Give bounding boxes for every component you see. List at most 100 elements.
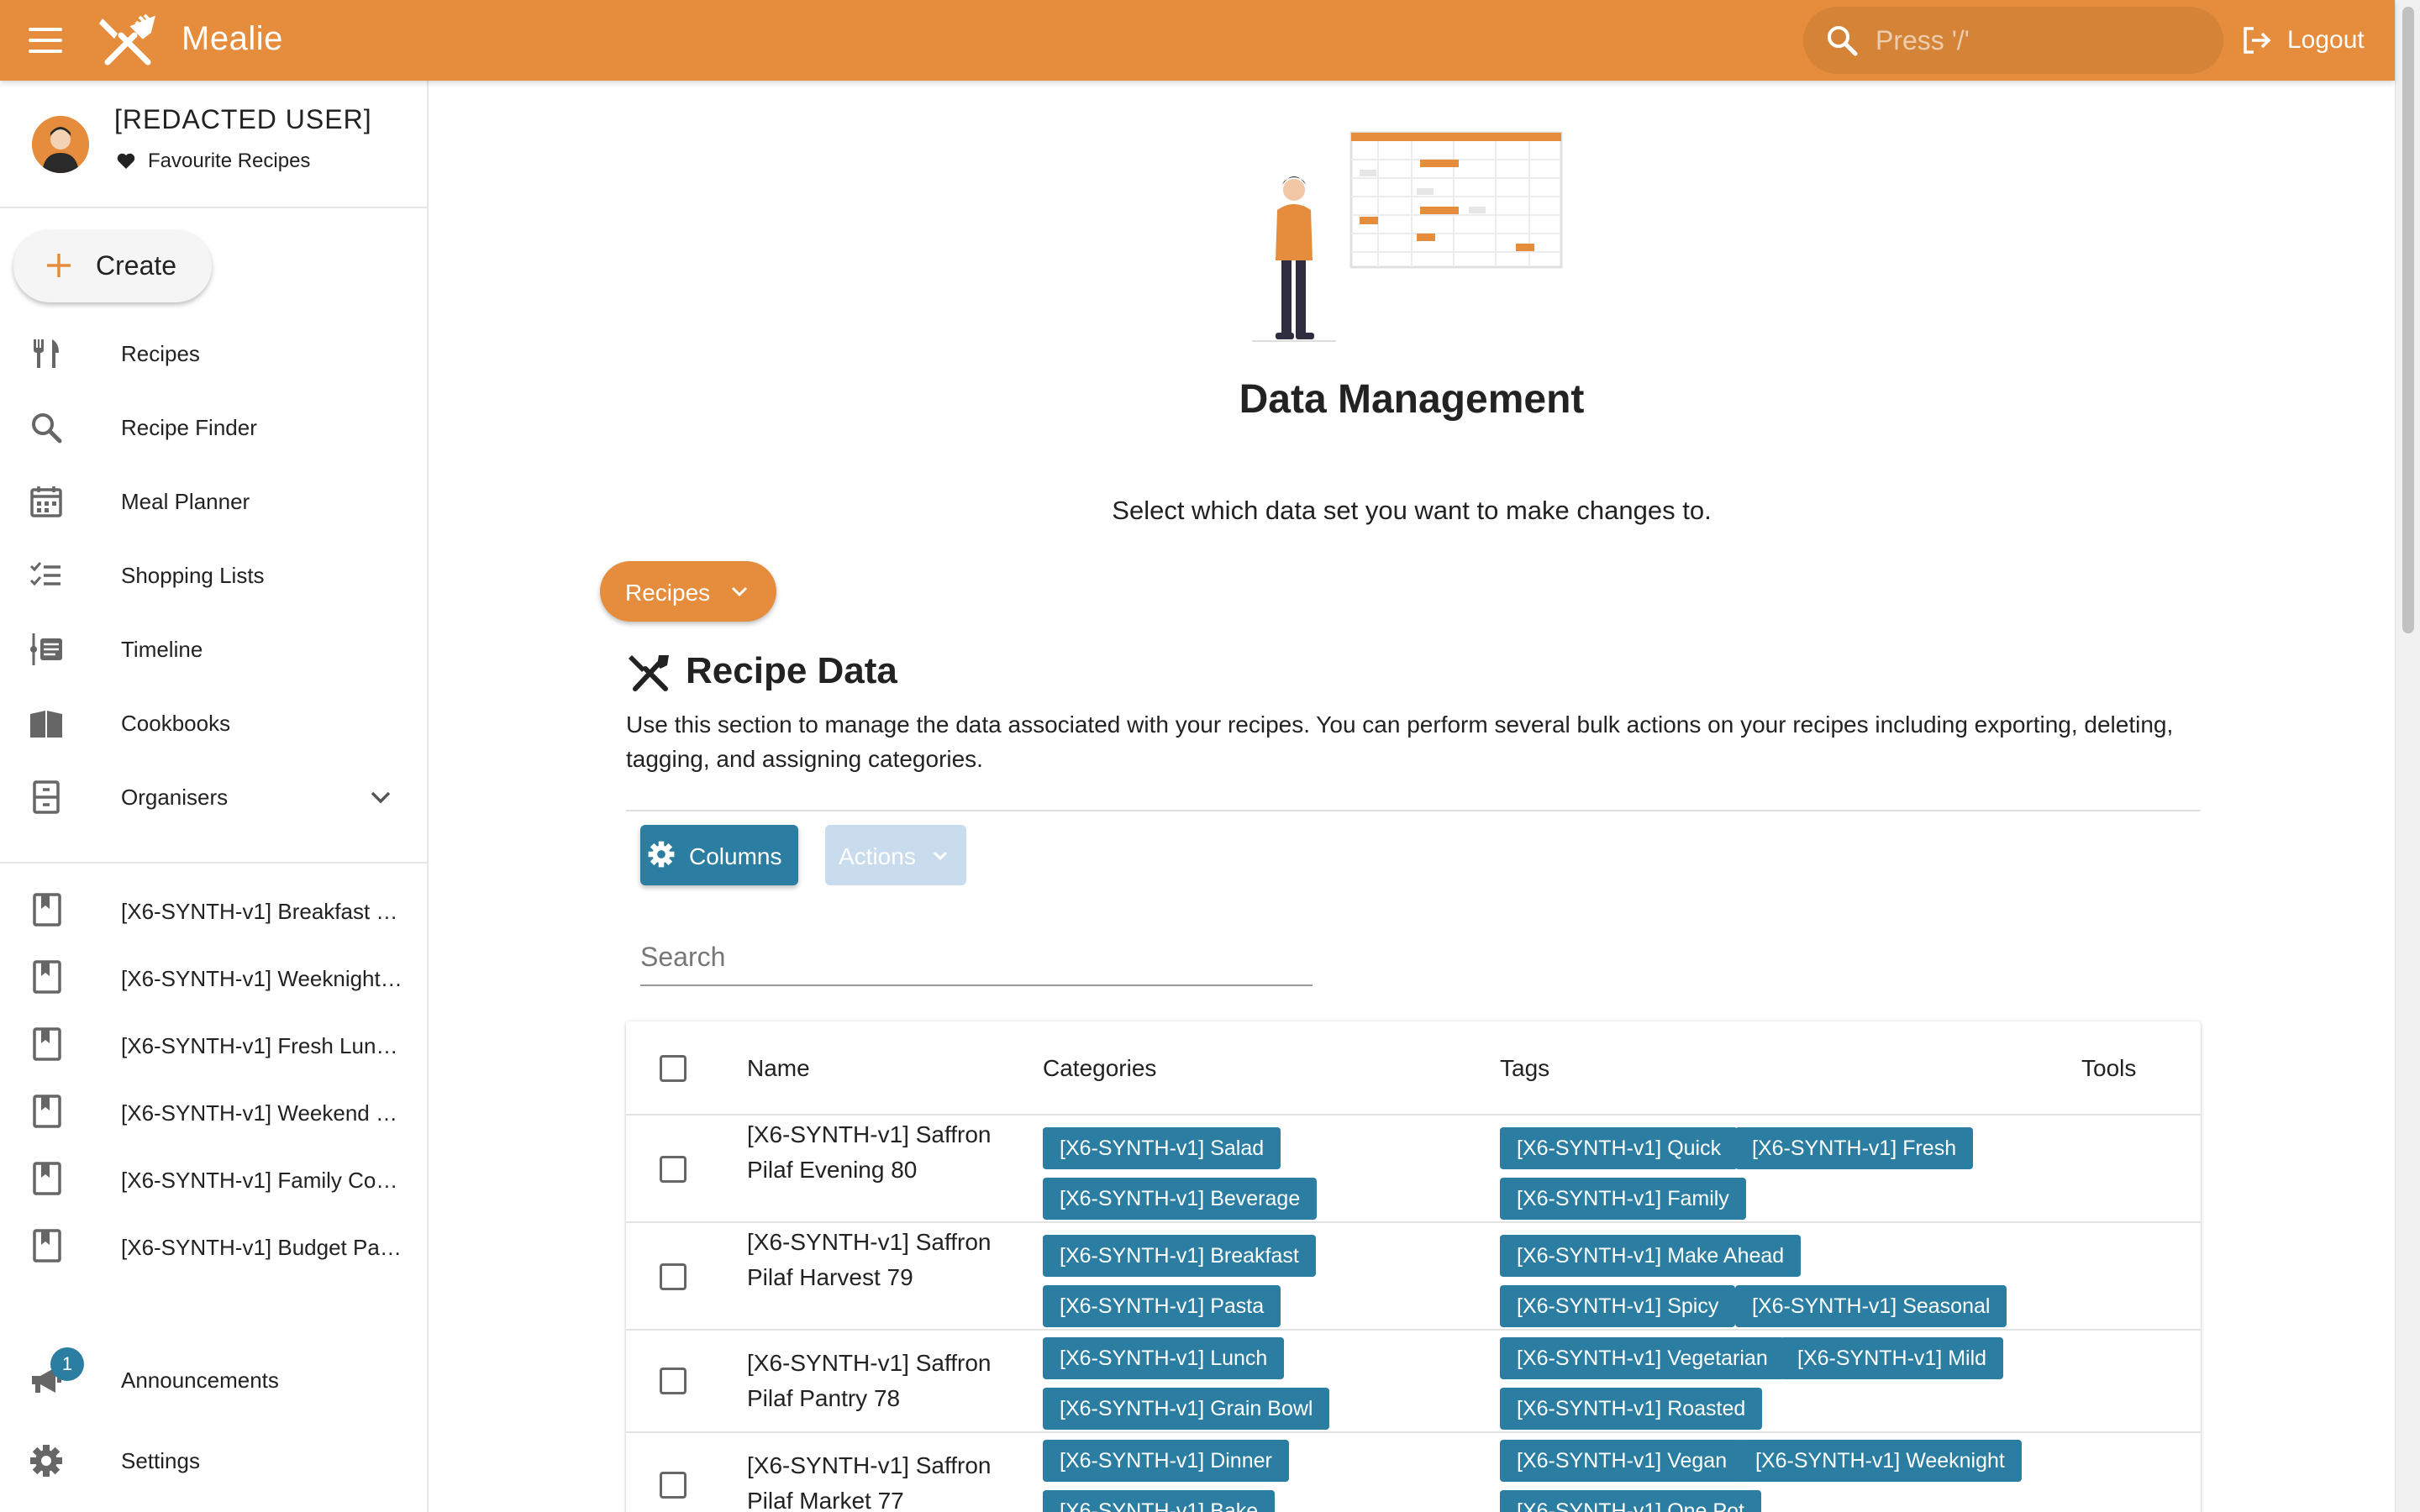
gear-icon <box>648 841 675 868</box>
page-subtitle: Select which data set you want to make c… <box>1112 496 1712 525</box>
sidebar-item-shopping-lists[interactable]: Shopping Lists <box>0 541 429 608</box>
scrollbar-thumb[interactable] <box>2402 7 2414 633</box>
recipe-data-table: Name Categories Tags Tools [X6-SYNTH-v1]… <box>626 1021 2201 1512</box>
table-row[interactable]: [X6-SYNTH-v1] Saffron Pilaf Market 77 [X… <box>626 1433 2201 1512</box>
row-checkbox[interactable] <box>660 1156 687 1183</box>
logout-button[interactable]: Logout <box>2242 18 2365 62</box>
category-chip[interactable]: [X6-SYNTH-v1] Dinner <box>1043 1440 1289 1482</box>
user-name: [REDACTED USER] <box>114 104 372 134</box>
sidebar-item-recipe-finder[interactable]: Recipe Finder <box>0 393 429 460</box>
sidebar-cookbook-label: [X6-SYNTH-v1] Breakfast Basics <box>121 899 407 924</box>
sidebar-item-label: Settings <box>121 1448 200 1473</box>
create-button[interactable]: Create <box>13 230 212 302</box>
app-title[interactable]: Mealie <box>182 20 283 58</box>
heart-icon <box>117 153 135 169</box>
column-header-tags[interactable]: Tags <box>1500 1055 1549 1082</box>
column-header-tools[interactable]: Tools <box>2081 1055 2136 1082</box>
category-chip[interactable]: [X6-SYNTH-v1] Bake <box>1043 1490 1276 1512</box>
sidebar-cookbook-item[interactable]: [X6-SYNTH-v1] Weekend Brunch <box>0 1082 429 1141</box>
sidebar-cookbook-item[interactable]: [X6-SYNTH-v1] Weeknight Dinners <box>0 948 429 1006</box>
fork-knife-icon <box>34 339 59 368</box>
mealie-logo-icon[interactable] <box>99 13 156 67</box>
category-chip[interactable]: [X6-SYNTH-v1] Pasta <box>1043 1285 1281 1327</box>
bookmark-book-icon <box>33 893 61 927</box>
sidebar-cookbook-item[interactable]: [X6-SYNTH-v1] Family Comfort <box>0 1149 429 1208</box>
favourite-recipes-link[interactable]: Favourite Recipes <box>116 150 310 173</box>
global-search-input[interactable] <box>1876 22 2195 59</box>
select-all-checkbox[interactable] <box>660 1055 687 1082</box>
recipe-name[interactable]: [X6-SYNTH-v1] Saffron Pilaf Harvest 79 <box>747 1225 999 1295</box>
search-icon <box>32 413 62 444</box>
sidebar-item-label: Meal Planner <box>121 489 250 514</box>
sidebar-item-label: Announcements <box>121 1368 279 1393</box>
row-checkbox[interactable] <box>660 1263 687 1290</box>
bookmark-book-icon <box>33 1027 61 1061</box>
data-management-illustration-icon <box>1252 131 1563 342</box>
table-search-input[interactable] <box>640 929 1313 986</box>
sidebar-item-meal-planner[interactable]: Meal Planner <box>0 467 429 534</box>
tag-chip[interactable]: [X6-SYNTH-v1] Family <box>1500 1178 1746 1220</box>
category-chip[interactable]: [X6-SYNTH-v1] Grain Bowl <box>1043 1388 1330 1430</box>
recipe-name[interactable]: [X6-SYNTH-v1] Saffron Pilaf Market 77 <box>747 1448 999 1512</box>
sidebar-cookbook-item[interactable]: [X6-SYNTH-v1] Budget Pantry <box>0 1216 429 1275</box>
sidebar-cookbook-label: [X6-SYNTH-v1] Weeknight Dinners <box>121 966 407 991</box>
user-block: [REDACTED USER] Favourite Recipes <box>0 81 429 208</box>
sidebar-cookbook-item[interactable]: [X6-SYNTH-v1] Breakfast Basics <box>0 880 429 939</box>
sidebar-cookbook-label: [X6-SYNTH-v1] Fresh Lunches <box>121 1033 407 1058</box>
column-header-name[interactable]: Name <box>747 1055 810 1082</box>
menu-icon[interactable] <box>29 25 62 55</box>
search-icon <box>1828 26 1858 56</box>
global-search[interactable] <box>1803 7 2223 74</box>
column-header-categories[interactable]: Categories <box>1043 1055 1156 1082</box>
logout-icon <box>2244 27 2271 54</box>
tag-chip[interactable]: [X6-SYNTH-v1] Seasonal <box>1735 1285 2007 1327</box>
category-chip[interactable]: [X6-SYNTH-v1] Breakfast <box>1043 1235 1316 1277</box>
dataset-select-button[interactable]: Recipes <box>600 561 776 622</box>
sidebar-item-label: Cookbooks <box>121 711 231 736</box>
tag-chip[interactable]: [X6-SYNTH-v1] Make Ahead <box>1500 1235 1802 1277</box>
tag-chip[interactable]: [X6-SYNTH-v1] Vegetarian <box>1500 1337 1785 1379</box>
tag-chip[interactable]: [X6-SYNTH-v1] Fresh <box>1735 1127 1974 1169</box>
table-row[interactable]: [X6-SYNTH-v1] Saffron Pilaf Harvest 79 [… <box>626 1223 2201 1331</box>
sidebar-item-cookbooks[interactable]: Cookbooks <box>0 689 429 756</box>
chevron-down-icon[interactable] <box>366 783 395 811</box>
sidebar-item-recipes[interactable]: Recipes <box>0 319 429 386</box>
tag-chip[interactable]: [X6-SYNTH-v1] Roasted <box>1500 1388 1763 1430</box>
section-divider <box>626 810 2201 811</box>
sidebar-item-label: Timeline <box>121 637 203 662</box>
actions-button[interactable]: Actions <box>825 825 966 885</box>
timeline-icon <box>30 633 62 665</box>
app-bar: Mealie Logout <box>0 0 2395 81</box>
columns-button[interactable]: Columns <box>640 825 798 885</box>
sidebar-cookbook-item[interactable]: [X6-SYNTH-v1] Fresh Lunches <box>0 1015 429 1074</box>
sidebar-item-organisers[interactable]: Organisers <box>0 763 429 830</box>
row-checkbox[interactable] <box>660 1472 687 1499</box>
tag-chip[interactable]: [X6-SYNTH-v1] Mild <box>1781 1337 2004 1379</box>
book-icon <box>30 711 62 738</box>
table-row[interactable]: [X6-SYNTH-v1] Saffron Pilaf Evening 80 [… <box>626 1116 2201 1223</box>
category-chip[interactable]: [X6-SYNTH-v1] Beverage <box>1043 1178 1318 1220</box>
tag-chip[interactable]: [X6-SYNTH-v1] Vegan <box>1500 1440 1744 1482</box>
tag-chip[interactable]: [X6-SYNTH-v1] Quick <box>1500 1127 1739 1169</box>
table-row[interactable]: [X6-SYNTH-v1] Saffron Pilaf Pantry 78 [X… <box>626 1331 2201 1433</box>
bookmark-book-icon <box>33 1095 61 1128</box>
bookmark-book-icon <box>33 960 61 994</box>
recipe-name[interactable]: [X6-SYNTH-v1] Saffron Pilaf Evening 80 <box>747 1117 999 1188</box>
category-chip[interactable]: [X6-SYNTH-v1] Lunch <box>1043 1337 1285 1379</box>
sidebar-cookbook-label: [X6-SYNTH-v1] Budget Pantry <box>121 1235 407 1260</box>
row-checkbox[interactable] <box>660 1368 687 1394</box>
tag-chip[interactable]: [X6-SYNTH-v1] Spicy <box>1500 1285 1736 1327</box>
tag-chip[interactable]: [X6-SYNTH-v1] One Pot <box>1500 1490 1761 1512</box>
sidebar-item-timeline[interactable]: Timeline <box>0 615 429 682</box>
sidebar-item-settings[interactable]: Settings <box>0 1426 429 1494</box>
avatar[interactable] <box>32 116 89 173</box>
sidebar: [REDACTED USER] Favourite Recipes Create… <box>0 81 429 1512</box>
sidebar-cookbook-label: [X6-SYNTH-v1] Weekend Brunch <box>121 1100 407 1126</box>
plus-icon <box>47 254 71 277</box>
category-chip[interactable]: [X6-SYNTH-v1] Salad <box>1043 1127 1281 1169</box>
page-scrollbar[interactable] <box>2395 0 2420 1512</box>
recipe-name[interactable]: [X6-SYNTH-v1] Saffron Pilaf Pantry 78 <box>747 1346 999 1416</box>
create-label: Create <box>96 250 177 281</box>
tag-chip[interactable]: [X6-SYNTH-v1] Weeknight <box>1739 1440 2022 1482</box>
actions-label: Actions <box>839 843 916 869</box>
